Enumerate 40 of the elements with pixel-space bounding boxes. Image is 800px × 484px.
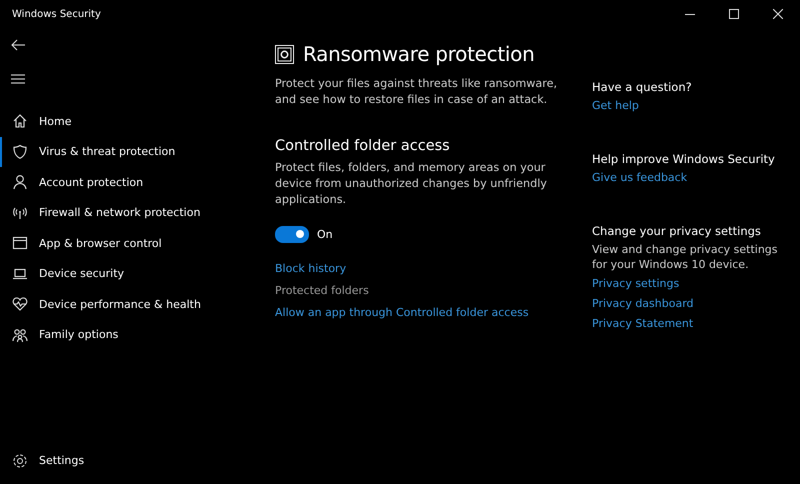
link[interactable]: Protected folders: [275, 283, 369, 299]
link[interactable]: Allow an app through Controlled folder access: [275, 305, 529, 321]
section-heading: Have a question?: [592, 80, 693, 94]
section-heading: Help improve Windows Security: [592, 152, 776, 166]
ransomware-icon: [275, 44, 294, 64]
sidebar-item[interactable]: Family options: [0, 320, 262, 350]
link[interactable]: Block history: [275, 261, 346, 277]
section-heading: Change your privacy settings: [592, 224, 762, 238]
link[interactable]: Privacy settings: [592, 276, 680, 292]
sidebar-item[interactable]: Virus & threat protection: [0, 136, 262, 167]
sidebar-item[interactable]: App & browser control: [0, 228, 262, 258]
section-title: Controlled folder access: [275, 138, 451, 154]
back-arrow-icon: [11, 39, 25, 51]
sidebar-item[interactable]: Firewall & network protection: [0, 198, 262, 228]
shield-icon: [12, 144, 28, 160]
maximize-icon: [729, 9, 739, 19]
settings-icon: [12, 452, 28, 469]
link[interactable]: Give us feedback: [592, 170, 688, 186]
window-title: Windows Security: [11, 8, 101, 20]
menu-icon: [11, 74, 25, 84]
link[interactable]: Privacy Statement: [592, 316, 694, 332]
toggle-switch[interactable]: [275, 226, 309, 243]
link[interactable]: Get help: [592, 98, 639, 114]
family-icon: [12, 326, 28, 343]
link[interactable]: Privacy dashboard: [592, 296, 694, 312]
person-icon: [12, 174, 28, 190]
section-text: View and change privacy settings for your Windows 10 device.: [592, 242, 779, 272]
section-description: Protect files, folders, and memory areas on your device from unauthorized changes by unfriendly applications.: [275, 160, 548, 208]
page-title: Ransomware protection: [303, 42, 534, 66]
settings-item[interactable]: Settings: [0, 446, 262, 476]
toggle-label: On: [317, 228, 333, 241]
sidebar-item[interactable]: Account protection: [0, 167, 262, 198]
sidebar-item[interactable]: Home: [0, 106, 262, 136]
heart-pulse-icon: [12, 296, 28, 312]
sidebar-item[interactable]: Device security: [0, 258, 262, 289]
home-icon: [12, 113, 28, 130]
page-description: Protect your files against threats like ransomware, and see how to restore files in case of an attack.: [275, 76, 558, 108]
sidebar-item[interactable]: Device performance & health: [0, 289, 262, 320]
close-icon: [773, 9, 783, 19]
browser-window-icon: [12, 235, 28, 252]
